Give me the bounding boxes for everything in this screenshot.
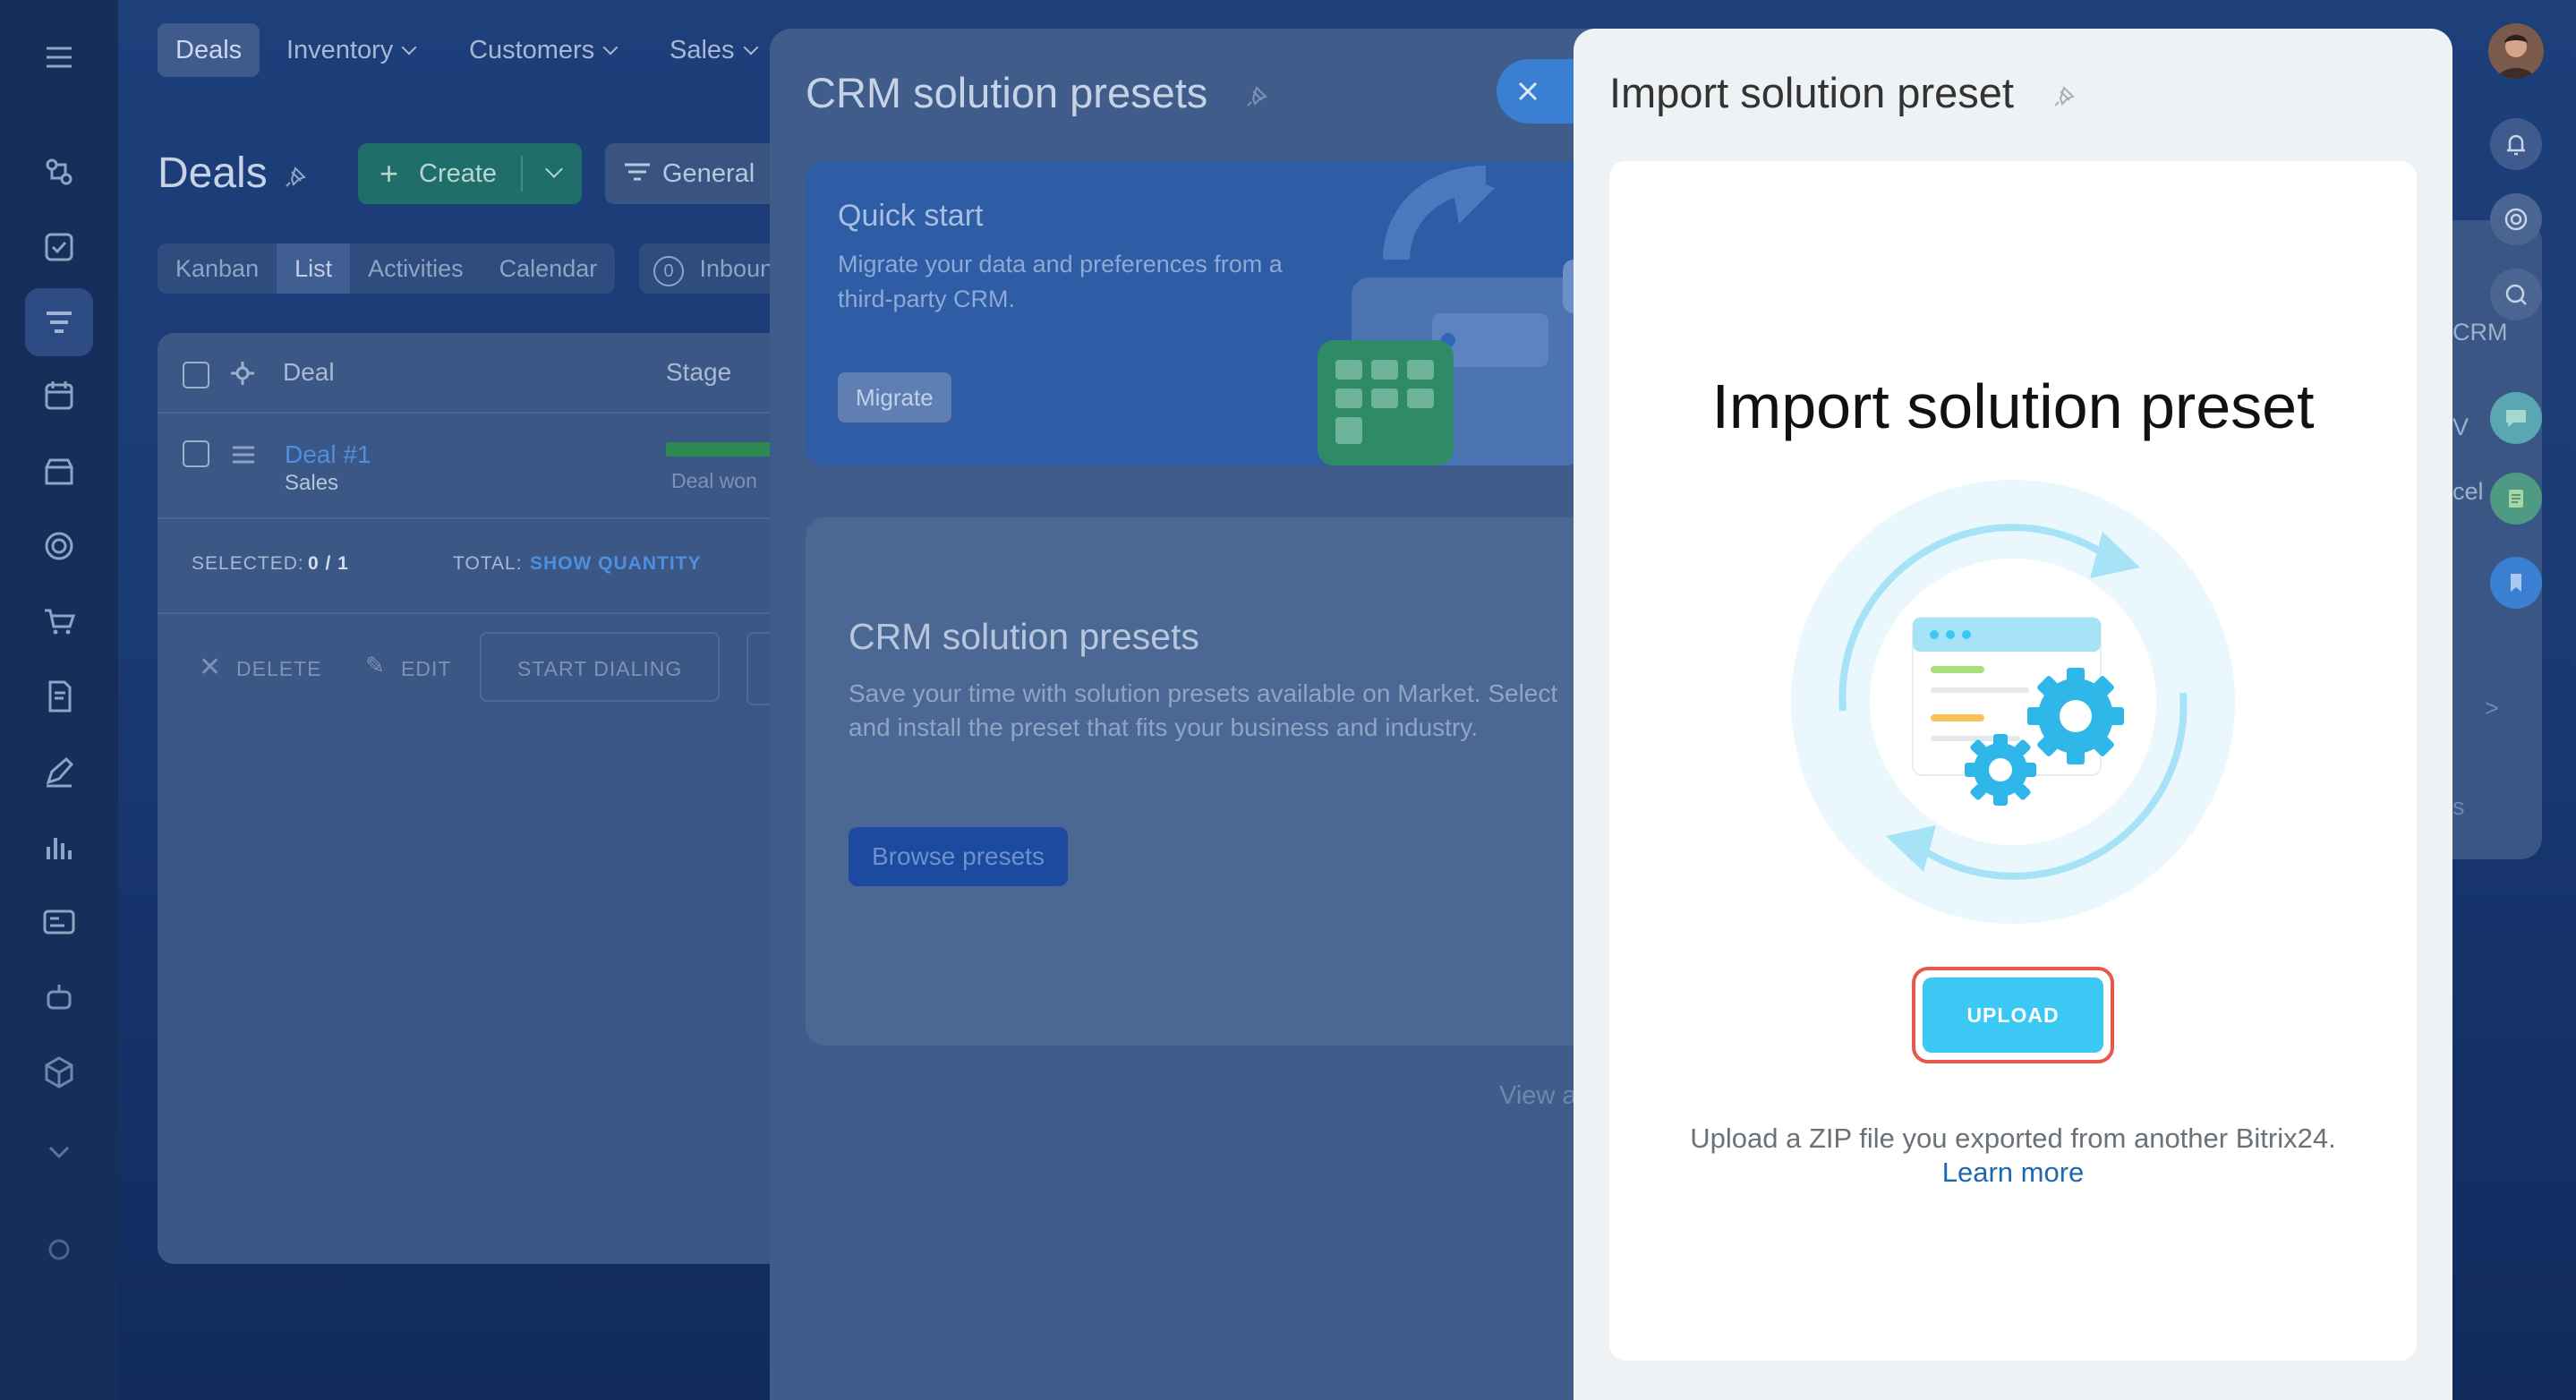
deal-pipeline: Sales	[285, 471, 339, 495]
deals-grid: Deal Stage Deal #1 Sales Deal won SELECT…	[158, 333, 838, 1264]
import-heading: Import solution preset	[1711, 371, 2315, 441]
close-slider-button[interactable]	[1497, 59, 1582, 124]
crm-flow-icon[interactable]	[36, 149, 82, 195]
plus-icon: +	[380, 155, 399, 192]
cart-icon[interactable]	[36, 598, 82, 645]
total-label: TOTAL:	[453, 553, 523, 574]
pin-icon[interactable]	[1244, 84, 1269, 109]
column-header-stage[interactable]: Stage	[666, 358, 731, 387]
slider-title: Import solution preset	[1609, 69, 2014, 116]
top-menu: Deals Inventory Customers Sales	[118, 0, 798, 104]
page-title: Deals	[158, 149, 268, 197]
divider	[158, 612, 838, 614]
tab-calendar[interactable]: Calendar	[482, 243, 616, 294]
migration-illustration	[1318, 166, 1611, 465]
migrate-button[interactable]: Migrate	[838, 372, 951, 423]
chevron-down-icon	[401, 39, 417, 55]
target-icon[interactable]	[36, 523, 82, 569]
chevron-down-icon[interactable]	[545, 160, 563, 178]
close-icon	[1518, 81, 1538, 101]
quick-start-card: Quick start Migrate your data and prefer…	[806, 161, 1611, 465]
bookmark-icon[interactable]	[2490, 557, 2542, 609]
tab-list[interactable]: List	[277, 243, 351, 294]
chat-bubble-icon[interactable]	[2490, 392, 2542, 444]
tab-kanban[interactable]: Kanban	[158, 243, 277, 294]
view-tabs: Kanban List Activities Calendar	[158, 243, 616, 294]
document-sign-icon[interactable]	[36, 673, 82, 720]
tab-activities[interactable]: Activities	[350, 243, 482, 294]
inbound-count-badge: 0	[653, 256, 684, 286]
chevron-down-icon	[743, 39, 759, 55]
top-menu-customers[interactable]: Customers	[451, 23, 634, 77]
calendar-icon[interactable]	[36, 372, 82, 419]
quick-start-description: Migrate your data and preferences from a…	[838, 251, 1283, 312]
show-quantity-link[interactable]: SHOW QUANTITY	[530, 553, 702, 575]
upload-description: Upload a ZIP file you exported from anot…	[1690, 1123, 2336, 1154]
pencil-icon: ✎	[365, 652, 385, 679]
delete-action[interactable]: DELETE	[236, 657, 321, 681]
row-checkbox[interactable]	[183, 440, 209, 467]
presets-description: Save your time with solution presets ava…	[849, 679, 1558, 741]
column-header-deal[interactable]: Deal	[283, 358, 335, 387]
create-button[interactable]: + Create	[358, 143, 582, 204]
selected-label: SELECTED:	[192, 553, 304, 574]
import-content: Import solution preset UPLOAD Upload a Z…	[1609, 161, 2417, 1361]
quick-start-title: Quick start	[838, 199, 984, 233]
radar-icon[interactable]	[2490, 193, 2542, 245]
pen-icon[interactable]	[36, 748, 82, 795]
edit-action[interactable]: EDIT	[401, 657, 451, 681]
import-illustration	[1791, 480, 2235, 924]
chat-search-icon[interactable]	[2490, 269, 2542, 320]
presets-card: CRM solution presets Save your time with…	[806, 517, 1611, 1046]
crm-funnel-icon[interactable]	[25, 288, 93, 356]
tasks-icon[interactable]	[36, 224, 82, 270]
start-dialing-button[interactable]: START DIALING	[480, 632, 720, 702]
selected-value: 0 / 1	[308, 553, 349, 574]
learn-more-link[interactable]: Learn more	[1609, 1157, 2417, 1189]
row-menu-icon[interactable]	[231, 444, 256, 465]
browse-presets-button[interactable]: Browse presets	[849, 827, 1068, 886]
box-icon[interactable]	[36, 1049, 82, 1096]
gear-icon[interactable]	[229, 360, 256, 387]
upload-button[interactable]: UPLOAD	[1923, 977, 2103, 1053]
view-all-link[interactable]: View a	[1499, 1081, 1577, 1111]
deal-stage: Deal won	[671, 469, 757, 492]
robot-icon[interactable]	[36, 974, 82, 1020]
left-sidebar	[0, 0, 118, 1400]
presets-title: CRM solution presets	[849, 616, 1199, 657]
pin-icon[interactable]	[283, 165, 308, 190]
gear-icon[interactable]	[36, 1226, 82, 1273]
pin-icon[interactable]	[2051, 84, 2077, 109]
filter-general-button[interactable]: General	[605, 143, 784, 204]
bell-icon[interactable]	[2490, 118, 2542, 170]
import-preset-slider: Import solution preset Import solution p…	[1574, 29, 2452, 1400]
divider	[521, 156, 523, 192]
top-menu-sales[interactable]: Sales	[652, 23, 774, 77]
chevron-down-icon	[602, 39, 618, 55]
analytics-icon[interactable]	[36, 824, 82, 870]
notes-icon[interactable]	[2490, 473, 2542, 525]
select-all-checkbox[interactable]	[183, 362, 209, 388]
slider-title: CRM solution presets	[806, 69, 1208, 116]
store-icon[interactable]	[36, 448, 82, 494]
filter-icon	[625, 163, 650, 181]
top-menu-inventory[interactable]: Inventory	[269, 23, 432, 77]
deal-link[interactable]: Deal #1	[285, 440, 371, 469]
avatar[interactable]	[2488, 23, 2544, 79]
top-menu-deals[interactable]: Deals	[158, 23, 260, 77]
crm-presets-slider: CRM solution presets Quick start Migrate…	[770, 29, 1665, 1400]
divider	[158, 412, 838, 414]
close-icon: ✕	[199, 653, 222, 682]
right-sidebar	[2452, 0, 2576, 1400]
chevron-down-icon[interactable]	[36, 1128, 82, 1174]
menu-icon[interactable]	[36, 34, 82, 81]
divider	[158, 517, 838, 519]
contact-card-icon[interactable]	[36, 899, 82, 945]
